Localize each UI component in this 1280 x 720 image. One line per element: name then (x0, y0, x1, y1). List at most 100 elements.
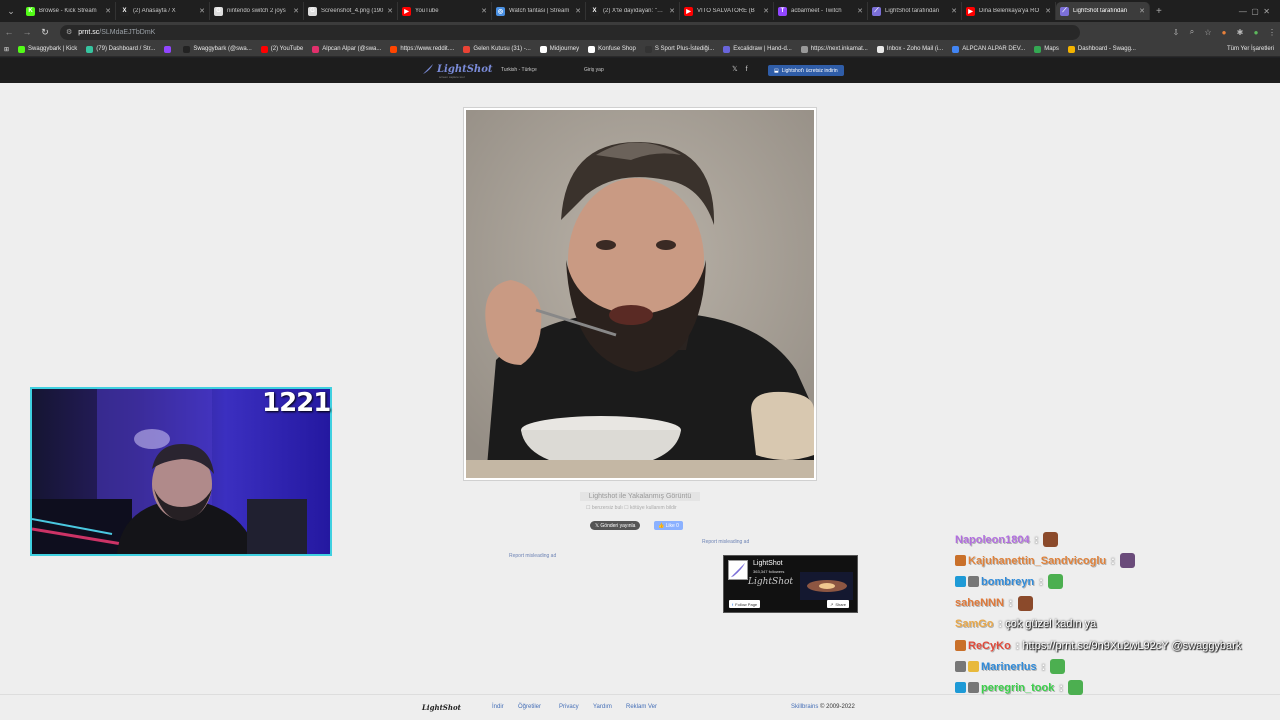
browser-tab[interactable]: Tacbarmeet - Twitch ✕ (774, 2, 868, 20)
bookmark-item[interactable]: Gelen Kutusu (31) -... (463, 45, 531, 53)
fb-share-button[interactable]: ↗ Share (827, 600, 850, 608)
tab-close-icon[interactable]: ✕ (481, 7, 487, 15)
chat-username: Kajuhanettin_Sandvicoglu (968, 554, 1107, 567)
browser-tab[interactable]: ⟋ LightShot tarafından ✕ (1056, 2, 1150, 20)
menu-icon[interactable]: ⋮ (1264, 28, 1280, 37)
all-bookmarks-button[interactable]: Tüm Yer İşaretleri (1227, 46, 1274, 52)
tab-close-icon[interactable]: ✕ (575, 7, 581, 15)
new-tab-icon[interactable]: + (1156, 6, 1162, 17)
forward-icon[interactable]: → (18, 27, 36, 37)
footer-link-privacy[interactable]: Privacy (559, 704, 579, 710)
like-button[interactable]: 👍 Like 0 (654, 521, 683, 530)
browser-tab[interactable]: ▶ VITO SALVATORE (B ✕ (680, 2, 774, 20)
fb-follow-button[interactable]: f Follow Page (729, 600, 761, 608)
bookmark-item[interactable]: Dashboard - Swagg... (1067, 45, 1136, 53)
login-link[interactable]: Giriş yap (584, 67, 604, 73)
bookmark-label: Gelen Kutusu (31) -... (473, 46, 531, 52)
bookmark-item[interactable]: Inbox - Zoho Mail (i... (876, 45, 943, 53)
chat-badge-icon (955, 555, 966, 567)
bookmarks-list: Swaggybark | Kick (79) Dashboard / Str...… (18, 45, 1145, 53)
bookmark-item[interactable]: S Sport Plus-İstediği... (644, 45, 714, 53)
facebook-page-card[interactable]: LightShot 363,347 followers LightShot fF… (723, 555, 858, 613)
bookmark-item[interactable]: Alpcan Alpar (@swa... (312, 45, 381, 53)
bookmark-label: Swaggybark (@swa... (193, 46, 252, 52)
report-ad-link-left[interactable]: Report misleading ad (509, 553, 556, 559)
browser-tab[interactable]: ▶ YouTube ✕ (398, 2, 492, 20)
bookmark-item[interactable]: ALPCAN ALPAR DEV... (952, 45, 1025, 53)
tab-favicon-icon: G (214, 6, 223, 16)
report-ad-link-right[interactable]: Report misleading ad (702, 539, 749, 545)
chat-message: saheNNN: (955, 593, 1275, 614)
image-tags[interactable]: ☐ benzersiz bulı ☐ kötüye kullanım bildi… (586, 505, 677, 511)
tab-close-icon[interactable]: ✕ (387, 7, 393, 15)
lightshot-feather-icon (728, 560, 748, 580)
social-icons[interactable]: 𝕏 f (732, 65, 751, 73)
download-icon: ⬓ (774, 67, 779, 74)
browser-tab[interactable]: X (2) X'te dayıdayan: "http ✕ (586, 2, 680, 20)
fb-page-name[interactable]: LightShot (753, 560, 783, 567)
bookmark-item[interactable]: https://next.inkamat... (800, 45, 868, 53)
bookmark-item[interactable]: (2) YouTube (260, 45, 303, 53)
chat-separator: : (1059, 681, 1064, 694)
tab-close-icon[interactable]: ✕ (857, 7, 863, 15)
extension-icon[interactable]: ● (1216, 28, 1232, 37)
bookmark-item[interactable] (164, 45, 174, 53)
bookmark-item[interactable]: (79) Dashboard / Str... (86, 45, 155, 53)
tab-close-icon[interactable]: ✕ (1045, 7, 1051, 15)
tab-close-icon[interactable]: ✕ (669, 7, 675, 15)
site-info-icon[interactable]: ⚙ (66, 28, 72, 36)
browser-tab[interactable]: G Screenshot_4.png (190 ✕ (304, 2, 398, 20)
tab-close-icon[interactable]: ✕ (763, 7, 769, 15)
lightshot-logo[interactable]: LightShot (422, 63, 493, 75)
apps-icon[interactable]: ⊞ (4, 46, 9, 53)
tweet-button[interactable]: 𝕏 Gönderi yayınla (590, 521, 641, 530)
browser-tab[interactable]: ⟋ LightShot tarafından ✕ (868, 2, 962, 20)
footer-link-download[interactable]: İndir (492, 704, 504, 710)
tab-close-icon[interactable]: ✕ (951, 7, 957, 15)
zoom-icon[interactable]: ⌕ (1184, 27, 1200, 37)
footer-logo[interactable]: LightShot (422, 703, 461, 712)
skillbrains-link[interactable]: Skillbrains (791, 704, 818, 710)
bookmark-item[interactable]: Midjourney (539, 45, 579, 53)
browser-tab[interactable]: Gnintendo switch 2 joys ✕ (210, 2, 304, 20)
language-selector[interactable]: Turkish - Türkçe (501, 67, 537, 73)
tab-close-icon[interactable]: ✕ (199, 7, 205, 15)
install-icon[interactable]: ⇩ (1168, 28, 1184, 37)
footer-link-help[interactable]: Yardım (593, 704, 612, 710)
chat-username: bombreyn (981, 575, 1035, 588)
bookmark-item[interactable]: https://www.reddit.... (390, 45, 454, 53)
window-controls[interactable]: — ▢ ✕ (1239, 7, 1270, 16)
back-icon[interactable]: ← (0, 27, 18, 37)
bookmark-item[interactable]: Excalidraw | Hand-d... (723, 45, 792, 53)
extensions-puzzle-icon[interactable]: ✱ (1232, 28, 1248, 37)
chat-separator: : (1039, 575, 1043, 588)
tab-close-icon[interactable]: ✕ (1139, 7, 1145, 15)
share-icon: ↗ (830, 601, 834, 607)
screenshot-image[interactable] (463, 107, 817, 481)
browser-tab[interactable]: K Browse - Kick Stream ✕ (22, 2, 116, 20)
tab-close-icon[interactable]: ✕ (293, 7, 299, 15)
bookmark-item[interactable]: Konfuse Shop (588, 45, 636, 53)
bookmark-favicon-icon (876, 45, 884, 53)
chat-emote-icon (1119, 553, 1135, 569)
browser-tab[interactable]: X (2) Anasayfa / X ✕ (116, 2, 210, 20)
chat-separator: : (1015, 639, 1020, 652)
tab-search-icon[interactable]: ⌄ (0, 0, 22, 22)
footer-link-tutorials[interactable]: Öğretiler (518, 704, 541, 710)
address-bar[interactable]: ⚙ prnt.sc/SLMdaEJTbDmK (60, 24, 1080, 40)
profile-icon[interactable]: ● (1248, 28, 1264, 37)
download-button[interactable]: ⬓ Lightshot'ı ücretsiz indirin (768, 65, 844, 76)
browser-tab[interactable]: ▶ Dina Belenkaya'ya RO ✕ (962, 2, 1056, 20)
bookmark-item[interactable]: Swaggybark (@swa... (183, 45, 252, 53)
bookmark-item[interactable]: Swaggybark | Kick (18, 45, 77, 53)
footer-link-advertise[interactable]: Reklam Ver (626, 704, 657, 710)
footer-copyright: Skillbrains © 2009-2022 (791, 704, 855, 710)
tab-close-icon[interactable]: ✕ (105, 7, 111, 15)
browser-tab[interactable]: ◎ Watch fantasi | Stream ✕ (492, 2, 586, 20)
bookmark-star-icon[interactable]: ☆ (1200, 28, 1216, 37)
bookmark-item[interactable]: Maps (1034, 45, 1059, 53)
bookmark-favicon-icon (588, 45, 596, 53)
chat-badge-icon (968, 682, 979, 694)
chat-username: Napoleon1804 (955, 533, 1030, 546)
reload-icon[interactable]: ↻ (36, 27, 54, 38)
